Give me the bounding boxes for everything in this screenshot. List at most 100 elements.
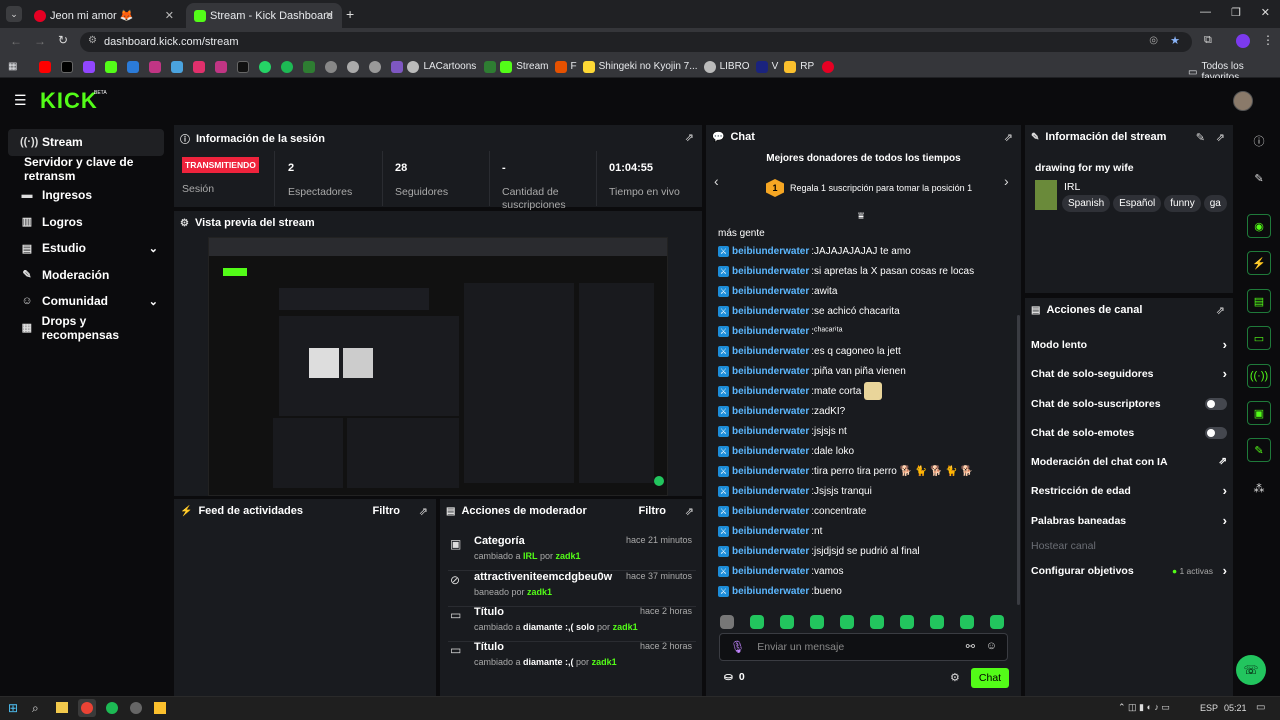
filter-button[interactable]: Filtro xyxy=(639,505,667,517)
chat-username[interactable]: beibiunderwater xyxy=(732,306,809,317)
twitch-icon[interactable] xyxy=(83,60,96,73)
pinterest-icon[interactable] xyxy=(822,60,835,73)
emoji-icon[interactable]: ☺ xyxy=(986,640,997,652)
chat-scrollbar[interactable] xyxy=(1017,315,1020,605)
popout-icon[interactable]: ⇗ xyxy=(1216,131,1225,144)
obs-icon[interactable] xyxy=(130,702,142,714)
whatsapp-icon[interactable] xyxy=(259,60,272,73)
chevron-right-icon[interactable]: › xyxy=(1004,173,1009,189)
bookmark-icon[interactable] xyxy=(171,60,184,73)
spotify-icon[interactable] xyxy=(106,702,118,714)
app-icon[interactable] xyxy=(154,702,166,714)
list-icon[interactable]: ▣ xyxy=(1247,401,1271,425)
chat-username[interactable]: beibiunderwater xyxy=(732,426,809,437)
subscribers-only-toggle[interactable] xyxy=(1205,397,1227,410)
apps-icon[interactable]: ▦ xyxy=(8,61,17,72)
chat-username[interactable]: beibiunderwater xyxy=(732,346,809,357)
stream-preview-video[interactable] xyxy=(208,237,668,496)
tray-icons[interactable]: ⌃ ◫ ▮ ◐ ♪ ▭ xyxy=(1118,702,1170,713)
emote-icon[interactable] xyxy=(810,615,824,629)
bookmark-rp[interactable]: RP xyxy=(784,60,814,73)
popout-icon[interactable]: ⇗ xyxy=(685,131,694,144)
bookmark-icon[interactable] xyxy=(391,60,404,73)
bookmark-icon[interactable] xyxy=(369,60,382,73)
popout-icon[interactable]: ⇗ xyxy=(1216,304,1225,317)
chat-username[interactable]: beibiunderwater xyxy=(732,466,809,477)
tag[interactable]: Spanish xyxy=(1062,195,1111,212)
search-icon[interactable]: ⌕ xyxy=(32,701,39,716)
chat-username[interactable]: beibiunderwater xyxy=(732,406,809,417)
youtube-icon[interactable] xyxy=(39,60,52,73)
tag[interactable]: funny xyxy=(1164,195,1201,212)
eye-off-icon[interactable]: ◎ xyxy=(1149,35,1158,46)
extensions-icon[interactable]: ⧉ xyxy=(1204,34,1212,47)
help-chat-icon[interactable]: ☏ xyxy=(1236,655,1266,685)
translate-icon[interactable]: ⚯ xyxy=(966,640,975,653)
sidebar-item-estudio[interactable]: ▤ Estudio ⌄ xyxy=(8,235,164,262)
chat-username[interactable]: beibiunderwater xyxy=(732,286,809,297)
popout-icon[interactable]: ⇗ xyxy=(419,505,428,518)
chat-username[interactable]: beibiunderwater xyxy=(732,266,809,277)
bookmark-icon[interactable] xyxy=(193,60,206,73)
chat-username[interactable]: beibiunderwater xyxy=(732,586,809,597)
profile-avatar[interactable] xyxy=(1236,34,1250,48)
bookmark-stream[interactable]: Stream xyxy=(500,60,549,73)
chat-username[interactable]: beibiunderwater xyxy=(732,446,809,457)
close-window-icon[interactable]: ✕ xyxy=(1261,6,1270,19)
sidebar-item-server-key[interactable]: Servidor y clave de retransm xyxy=(8,155,164,183)
emotes-only-toggle[interactable] xyxy=(1205,426,1227,439)
star-icon[interactable]: ★ xyxy=(1170,34,1180,47)
windows-start-icon[interactable]: ⊞ xyxy=(8,701,18,715)
popout-icon[interactable]: ⇗ xyxy=(1004,131,1013,144)
chat-input[interactable]: 🎙 Enviar un mensaje ⚯ ☺ xyxy=(719,633,1008,661)
mic-icon[interactable]: 🎙 xyxy=(730,640,745,654)
language-indicator[interactable]: ESP xyxy=(1200,703,1218,713)
edit-icon[interactable]: ✎ xyxy=(1196,131,1205,144)
menu-icon[interactable]: ⋮ xyxy=(1262,33,1274,47)
preview-icon[interactable]: ◉ xyxy=(1247,214,1271,238)
sidebar-item-logros[interactable]: ▥ Logros xyxy=(8,209,164,236)
bookmark-icon[interactable] xyxy=(347,60,360,73)
sidebar-item-stream[interactable]: ((·)) Stream xyxy=(8,129,164,156)
emote-icon[interactable] xyxy=(900,615,914,629)
emote-icon[interactable] xyxy=(840,615,854,629)
broadcast-icon[interactable]: ((·)) xyxy=(1247,364,1271,388)
wrench-icon[interactable]: ✎ xyxy=(1247,438,1271,462)
tab-kick-dashboard[interactable]: Stream - Kick Dashboard ✕ xyxy=(186,3,342,28)
goals-row[interactable]: Configurar objetivos ● 1 activas › xyxy=(1031,556,1227,585)
chat-username[interactable]: beibiunderwater xyxy=(732,366,809,377)
minimize-icon[interactable]: — xyxy=(1200,6,1211,19)
tag[interactable]: Español xyxy=(1113,195,1162,212)
spotify-icon[interactable] xyxy=(281,60,294,73)
tab-search-icon[interactable]: ⌄ xyxy=(6,6,22,22)
bookmark-shingeki[interactable]: Shingeki no Kyojin 7... xyxy=(582,60,698,73)
sidebar-item-moderacion[interactable]: ✎ Moderación xyxy=(8,262,164,289)
chat-username[interactable]: beibiunderwater xyxy=(732,246,809,257)
chat-username[interactable]: beibiunderwater xyxy=(732,566,809,577)
chat-username[interactable]: beibiunderwater xyxy=(732,546,809,557)
clock[interactable]: 05:21 xyxy=(1224,703,1247,713)
forward-icon[interactable]: → xyxy=(34,34,46,48)
bookmark-icon[interactable] xyxy=(149,60,162,73)
chat-username[interactable]: beibiunderwater xyxy=(732,326,809,337)
emote-icon[interactable] xyxy=(720,615,734,629)
followers-only-row[interactable]: Chat de solo-seguidores › xyxy=(1031,359,1227,388)
bookmark-icon[interactable] xyxy=(303,60,316,73)
sidebar-item-drops[interactable]: ▦ Drops y recompensas xyxy=(8,314,164,342)
emote-icon[interactable] xyxy=(780,615,794,629)
bookmark-libro[interactable]: LIBRO xyxy=(703,60,750,73)
chat-username[interactable]: beibiunderwater xyxy=(732,506,809,517)
age-restriction-row[interactable]: Restricción de edad › xyxy=(1031,476,1227,505)
edit-icon[interactable]: ✎ xyxy=(1247,166,1271,190)
channel-points[interactable]: ⛀ 0 xyxy=(724,671,745,683)
settings-icon[interactable]: ⚙ xyxy=(950,671,960,684)
bolt-icon[interactable]: ⚡ xyxy=(1247,251,1271,275)
back-icon[interactable]: ← xyxy=(10,34,22,48)
bookmark-icon[interactable] xyxy=(127,60,140,73)
chrome-taskbar-button[interactable] xyxy=(78,699,96,717)
info-icon[interactable]: ⓘ xyxy=(1247,129,1271,153)
chevron-left-icon[interactable]: ‹ xyxy=(714,173,719,189)
emote-icon[interactable] xyxy=(930,615,944,629)
chat-username[interactable]: beibiunderwater xyxy=(732,486,809,497)
file-explorer-icon[interactable] xyxy=(56,702,68,713)
